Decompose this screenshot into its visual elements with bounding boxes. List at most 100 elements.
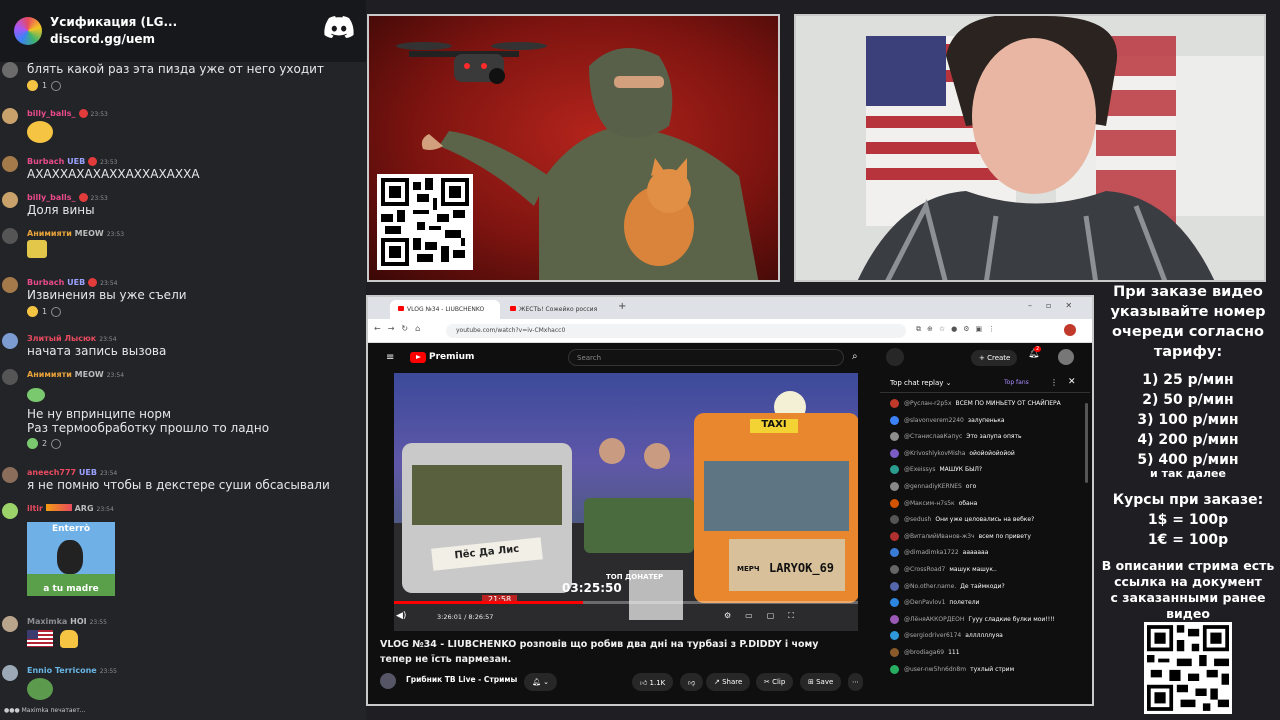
profile-avatar[interactable] — [1064, 324, 1076, 336]
chat-text: Они уже целовались на вебке? — [935, 516, 1035, 524]
channel-avatar[interactable] — [380, 673, 396, 689]
add-reaction-icon[interactable] — [51, 306, 62, 317]
username[interactable]: Анимияти MEOW 23:53 — [27, 229, 124, 238]
chat-author[interactable]: @dimadimka1722 — [904, 549, 959, 556]
chat-avatar[interactable] — [890, 648, 899, 657]
avatar[interactable] — [2, 277, 18, 293]
avatar[interactable] — [2, 467, 18, 483]
avatar[interactable] — [2, 228, 18, 244]
username[interactable]: Ennio Terricone 23:55 — [27, 666, 117, 675]
more-icon[interactable]: ⋮ — [1050, 378, 1058, 387]
avatar[interactable] — [2, 108, 18, 124]
username[interactable]: Злитый Лысюк 23:54 — [27, 334, 117, 343]
chat-mode-dropdown[interactable]: Top chat replay ⌄ — [890, 379, 952, 387]
youtube-logo[interactable]: Premium — [410, 351, 474, 363]
chat-author[interactable]: @Exeissys — [904, 466, 935, 473]
chat-author[interactable]: @ВиталийИванов-ж3ч — [904, 533, 975, 540]
tab-vlog[interactable]: VLOG №34 - LIUBCHENKO — [390, 300, 500, 319]
avatar[interactable] — [2, 665, 18, 681]
avatar[interactable] — [2, 369, 18, 385]
window-controls[interactable]: –▫✕ — [1028, 301, 1086, 310]
chat-avatar[interactable] — [890, 498, 899, 508]
reaction[interactable]: 1 — [27, 79, 62, 92]
create-button[interactable]: + Create — [971, 350, 1017, 366]
chat-text: обана — [958, 499, 978, 507]
reaction[interactable]: 2 — [27, 437, 62, 450]
chat-avatar[interactable] — [890, 432, 899, 442]
chat-author[interactable]: @KrivoshlykovMisha — [904, 450, 965, 457]
scrollbar[interactable] — [1085, 403, 1088, 483]
search-icon[interactable]: ⌕ — [852, 351, 858, 362]
share-button[interactable]: ↗ Share — [706, 673, 751, 691]
chat-avatar[interactable] — [890, 448, 899, 458]
top-fans-badge[interactable]: Top fans — [1004, 379, 1029, 386]
chat-avatar[interactable] — [890, 482, 899, 491]
chat-avatar[interactable] — [890, 515, 899, 525]
chat-author[interactable]: @gennadiyKERNES — [904, 483, 962, 490]
van-sign: Пёс Да Лис — [431, 537, 543, 571]
avatar[interactable] — [2, 616, 18, 632]
more-button[interactable]: ⋯ — [848, 673, 863, 691]
url-field[interactable]: youtube.com/watch?v=iv-CMxhacc0 — [446, 324, 906, 338]
volume-icon[interactable]: ◀) — [396, 611, 406, 621]
chat-avatar[interactable] — [890, 399, 899, 408]
avatar[interactable] — [2, 503, 18, 519]
tab-second[interactable]: ЖЕСТЬ! Сожейко россия — [502, 300, 612, 319]
avatar[interactable] — [2, 333, 18, 349]
chat-avatar[interactable] — [890, 565, 899, 574]
chat-author[interactable]: @Максим-н7s5к — [904, 500, 955, 507]
bell-icon[interactable]: 🔔︎ 2 — [1028, 346, 1042, 359]
username[interactable]: Burbach UEB 23:54 — [27, 278, 117, 287]
extension-icons[interactable]: ⧉⊕☆●⚙▣⋮ — [916, 325, 1001, 334]
close-icon[interactable]: ✕ — [1068, 377, 1076, 387]
chat-author[interactable]: @sedush — [904, 516, 931, 523]
chat-avatar[interactable] — [890, 415, 899, 425]
chat-avatar[interactable] — [890, 531, 899, 541]
chat-author[interactable]: @ЛёняАККОРДЕОН — [904, 616, 964, 623]
chat-avatar[interactable] — [890, 581, 899, 591]
account-avatar[interactable] — [1058, 349, 1074, 365]
nav-buttons[interactable]: ←→↻⌂ — [374, 324, 427, 333]
chat-avatar[interactable] — [890, 598, 899, 608]
add-reaction-icon[interactable] — [51, 438, 62, 449]
username[interactable]: iltir ARG 23:54 — [27, 504, 114, 513]
username[interactable]: aneech777 UEB 23:54 — [27, 468, 117, 477]
chat-author[interactable]: @CrossRoad7 — [904, 566, 945, 573]
chat-author[interactable]: @No.other.name. — [904, 583, 956, 590]
chat-avatar[interactable] — [890, 614, 899, 624]
dislike-button[interactable]: 👎︎ — [680, 673, 704, 691]
player-controls[interactable]: ⚙▭▢⛶ — [724, 611, 808, 621]
chat-avatar[interactable] — [890, 664, 899, 674]
add-reaction-icon[interactable] — [51, 80, 62, 91]
chat-author[interactable]: @brodiaga69 — [904, 649, 944, 656]
username[interactable]: billy_balls_ 23:53 — [27, 109, 108, 118]
progress-track[interactable] — [394, 601, 858, 604]
chat-author[interactable]: @slavonverem2240 — [904, 417, 964, 424]
channel-name[interactable]: Грибник ТВ Live - Стримы — [406, 675, 517, 684]
chat-avatar[interactable] — [890, 631, 899, 641]
mic-icon[interactable] — [886, 348, 904, 366]
like-button[interactable]: 👍︎ 1.1K — [632, 673, 674, 691]
menu-icon[interactable]: ≡ — [386, 352, 394, 363]
video-player[interactable]: Пёс Да Лис TAXI МЕРЧ LARYOK_69 ТОП ДОНАТ… — [394, 373, 858, 631]
subscribe-bell-button[interactable]: 🔔︎ ⌄ — [524, 673, 557, 691]
username[interactable]: Maximka HOI 23:55 — [27, 617, 107, 626]
server-header[interactable]: Усификация (LG... discord.gg/uem — [0, 0, 366, 62]
chat-author[interactable]: @Руслан-r2p5x — [904, 400, 952, 407]
chat-author[interactable]: @DenPavlov1 — [904, 599, 945, 606]
search-input[interactable]: Search — [568, 349, 844, 366]
avatar[interactable] — [2, 156, 18, 172]
username[interactable]: Burbach UEB 23:53 — [27, 157, 117, 166]
chat-avatar[interactable] — [890, 465, 899, 475]
chat-author[interactable]: @sergiodriver6174 — [904, 632, 961, 639]
avatar[interactable] — [2, 192, 18, 208]
chat-avatar[interactable] — [890, 548, 899, 558]
username[interactable]: billy_balls_ 23:53 — [27, 193, 108, 202]
save-button[interactable]: ⊞ Save — [800, 673, 842, 691]
chat-author[interactable]: @СтаниславКапус — [904, 433, 962, 440]
reaction[interactable]: 1 — [27, 305, 62, 318]
chat-author[interactable]: @user-nw5hn6dn8m — [904, 666, 966, 673]
new-tab-button[interactable]: + — [618, 301, 626, 312]
username[interactable]: Анимияти MEOW 23:54 — [27, 370, 124, 379]
clip-button[interactable]: ✂ Clip — [756, 673, 794, 691]
